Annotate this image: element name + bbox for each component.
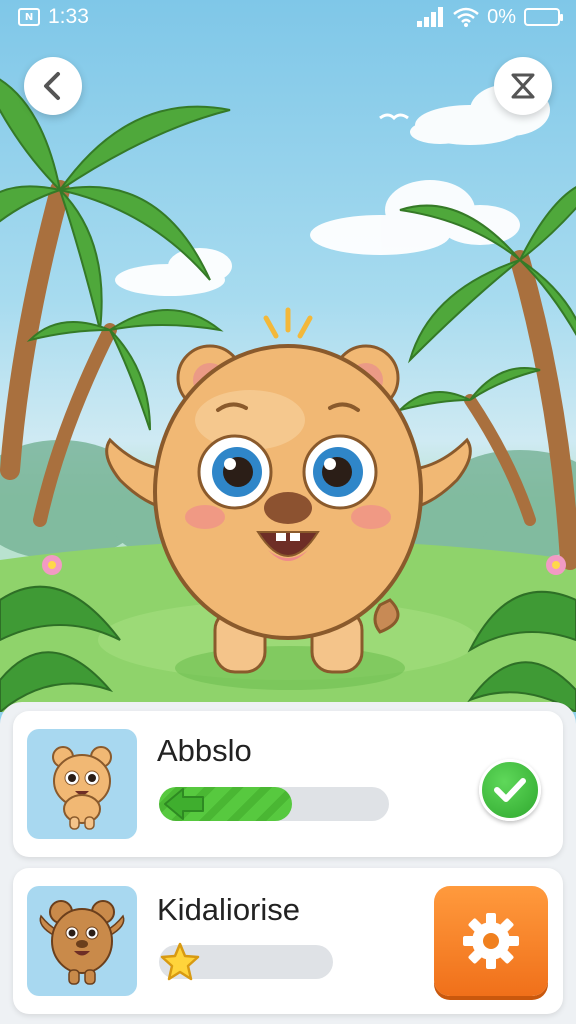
card-title: Abbslo <box>157 733 252 768</box>
hourglass-close-icon <box>511 73 535 99</box>
green-arrow-icon <box>164 788 204 820</box>
game-scene <box>0 0 576 712</box>
character-card[interactable]: Kidaliorise <box>13 868 563 1014</box>
progress-bar <box>159 787 389 821</box>
completed-badge <box>479 759 541 821</box>
battery-percent: 0% <box>487 5 516 28</box>
progress-bar <box>159 942 333 981</box>
gear-icon <box>463 913 519 969</box>
app-notification-icon: N <box>18 8 40 26</box>
star-icon <box>160 942 200 981</box>
settings-button[interactable] <box>434 886 548 996</box>
battery-icon <box>524 8 563 26</box>
status-time: 1:33 <box>48 5 89 28</box>
checkmark-icon <box>494 778 526 802</box>
wifi-icon <box>453 7 479 27</box>
chevron-left-icon <box>44 72 60 100</box>
close-button[interactable] <box>494 57 552 115</box>
character-card[interactable]: Abbslo <box>13 711 563 857</box>
card-title: Kidaliorise <box>157 892 301 927</box>
avatar <box>27 729 137 839</box>
brown-bear-avatar-icon <box>39 900 125 985</box>
signal-icon <box>417 7 444 27</box>
back-button[interactable] <box>24 57 82 115</box>
avatar <box>27 886 137 996</box>
bear-avatar-icon <box>52 746 112 830</box>
status-bar: N 1:33 0% <box>0 0 576 34</box>
palm-landscape-background <box>0 78 576 712</box>
